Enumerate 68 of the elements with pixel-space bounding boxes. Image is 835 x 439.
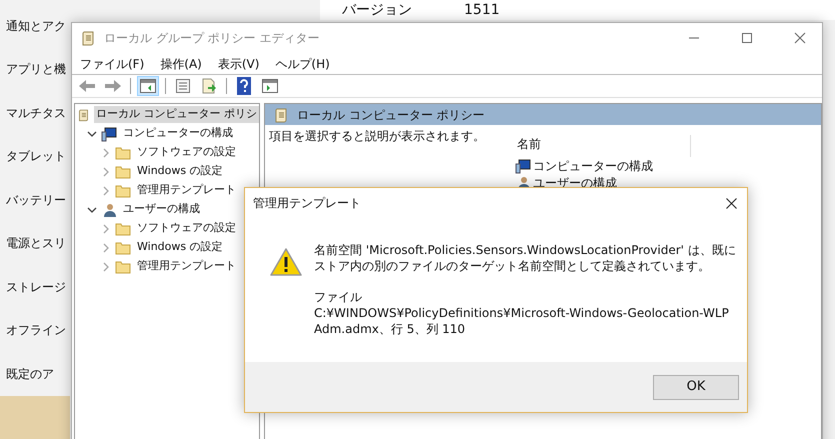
- nav-item[interactable]: バッテリー: [0, 178, 70, 222]
- tree-item[interactable]: ユーザーの構成: [121, 201, 202, 218]
- file-path-line: Adm.admx、行 5、列 110: [314, 321, 466, 337]
- folder-icon: [115, 146, 131, 160]
- tree-item[interactable]: 管理用テンプレート: [135, 258, 238, 275]
- pane-icon: [140, 79, 156, 93]
- scroll-icon: [80, 30, 96, 46]
- computer-icon: [101, 126, 117, 142]
- scroll-icon: [77, 106, 90, 122]
- tree-item[interactable]: Windows の設定: [135, 239, 225, 256]
- menu-item[interactable]: ファイル(F): [80, 54, 144, 72]
- folder-icon: [115, 222, 131, 236]
- collapse-chevron-icon[interactable]: [87, 204, 97, 214]
- menu-item[interactable]: 操作(A): [160, 54, 202, 72]
- nav-item[interactable]: ストレージ: [0, 265, 70, 308]
- expand-chevron-icon[interactable]: [101, 224, 111, 234]
- folder-icon: [115, 260, 131, 274]
- file-path-line: C:¥WINDOWS¥PolicyDefinitions¥Microsoft-Windows-Geolocation-WLP: [314, 305, 730, 321]
- toolbar-button[interactable]: [259, 76, 281, 96]
- back-arrow-icon: [78, 79, 96, 93]
- tree-item[interactable]: Windows の設定: [135, 163, 225, 180]
- description-text: 項目を選択すると説明が表示されます。: [269, 129, 485, 143]
- version-value: 1511: [464, 1, 500, 20]
- message-line: ストア内の別のファイルのターゲット名前空間として定義されています。: [314, 258, 711, 274]
- expand-chevron-icon[interactable]: [101, 166, 111, 176]
- nav-item[interactable]: アプリと機: [0, 48, 70, 91]
- tree-item[interactable]: ソフトウェアの設定: [135, 220, 238, 237]
- tree-item[interactable]: ローカル コンピューター ポリシ: [94, 106, 259, 123]
- menu-item[interactable]: 表示(V): [218, 54, 260, 72]
- nav-item[interactable]: 既定のア: [0, 352, 70, 396]
- message-line: 名前空間 'Microsoft.Policies.Sensors.WindowsLocationProvider' は、既に: [314, 242, 736, 258]
- computer-icon: [515, 158, 531, 174]
- forward-arrow-icon: [104, 79, 122, 93]
- folder-icon: [115, 240, 131, 254]
- nav-item[interactable]: オフライン: [0, 308, 70, 352]
- folder-icon: [115, 164, 131, 178]
- file-path-line: ファイル: [314, 289, 363, 305]
- version-label: バージョン: [342, 1, 412, 20]
- tree-item[interactable]: コンピューターの構成: [121, 125, 235, 142]
- menu-item[interactable]: ヘルプ(H): [275, 54, 330, 72]
- help-icon: [237, 77, 251, 95]
- folder-icon: [115, 184, 131, 198]
- maximize-icon[interactable]: [741, 32, 753, 44]
- toolbar-button[interactable]: [137, 76, 159, 96]
- export-icon: [201, 78, 217, 94]
- ok-button[interactable]: OK: [653, 374, 739, 400]
- tree-item[interactable]: 管理用テンプレート: [135, 182, 238, 199]
- expand-chevron-icon[interactable]: [101, 262, 111, 272]
- window-title: ローカル グループ ポリシー エディター: [104, 30, 320, 47]
- view-icon: [262, 79, 278, 93]
- pane-header-title: ローカル コンピューター ポリシー: [297, 106, 485, 124]
- nav-item[interactable]: マルチタス: [0, 91, 70, 134]
- document-icon: [175, 78, 191, 94]
- list-item[interactable]: コンピューターの構成: [533, 156, 653, 174]
- dialog-title: 管理用テンプレート: [253, 195, 361, 212]
- warning-icon: [270, 248, 302, 276]
- expand-chevron-icon[interactable]: [101, 242, 111, 252]
- scroll-icon: [273, 106, 289, 122]
- nav-item[interactable]: 通知とアク: [0, 4, 70, 48]
- expand-chevron-icon[interactable]: [101, 186, 111, 196]
- collapse-chevron-icon[interactable]: [87, 128, 97, 138]
- user-icon: [101, 202, 117, 218]
- close-icon[interactable]: [726, 198, 737, 208]
- expand-chevron-icon[interactable]: [101, 148, 111, 158]
- nav-item[interactable]: 電源とスリ: [0, 222, 70, 265]
- column-header[interactable]: 名前: [515, 135, 691, 157]
- nav-item[interactable]: タブレット: [0, 134, 70, 178]
- tree-item[interactable]: ソフトウェアの設定: [135, 144, 238, 161]
